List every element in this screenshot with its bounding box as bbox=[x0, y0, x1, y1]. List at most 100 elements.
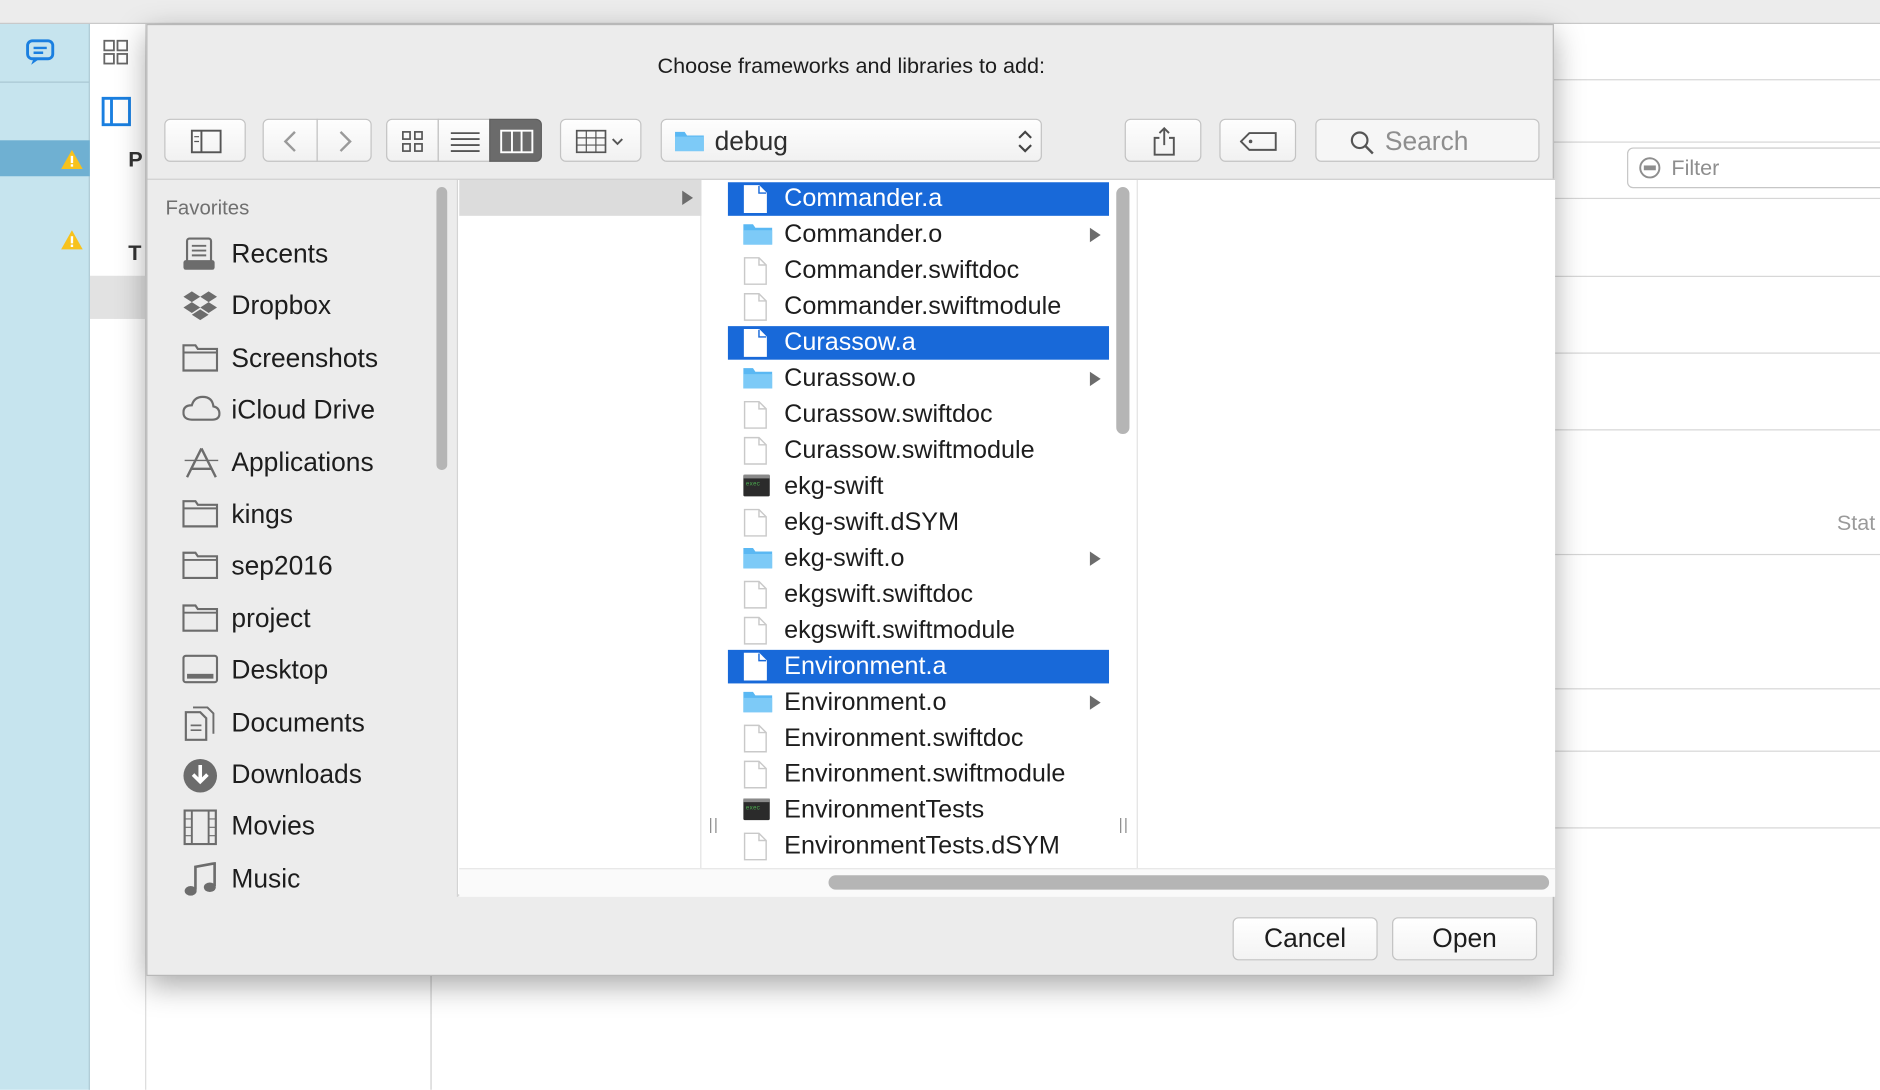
warning-icon bbox=[60, 149, 84, 177]
icon-view-button[interactable] bbox=[386, 118, 439, 162]
tag-icon bbox=[1239, 132, 1277, 151]
column-resize-handle[interactable]: || bbox=[1119, 815, 1130, 833]
file-row[interactable]: EnvironmentTests.dSYM bbox=[728, 830, 1109, 864]
tags-button[interactable] bbox=[1219, 118, 1297, 162]
disclosure-arrow-icon bbox=[1089, 551, 1101, 566]
filter-icon bbox=[1638, 156, 1662, 186]
file-row[interactable]: exec ekg-swift bbox=[728, 470, 1109, 504]
chevron-left-icon bbox=[283, 131, 296, 152]
dialog-title: Choose frameworks and libraries to add: bbox=[657, 53, 1046, 78]
folder-path-popup[interactable]: debug bbox=[660, 118, 1042, 162]
file-row[interactable]: Environment.swiftdoc bbox=[728, 722, 1109, 756]
file-row[interactable]: Commander.o bbox=[728, 218, 1109, 252]
sidebar-item-music[interactable]: Music bbox=[147, 855, 435, 897]
file-row[interactable]: Curassow.swiftmodule bbox=[728, 434, 1109, 468]
tab-label-t: T bbox=[128, 240, 142, 265]
file-name: Curassow.swiftdoc bbox=[784, 400, 993, 429]
parent-folder-row[interactable] bbox=[459, 179, 702, 216]
filter-input[interactable]: Filter bbox=[1627, 147, 1880, 189]
sidebar-item-screenshots[interactable]: Screenshots bbox=[147, 334, 435, 382]
file-name: Commander.swiftdoc bbox=[784, 256, 1020, 285]
sidebar-item-kings[interactable]: kings bbox=[147, 490, 435, 538]
forward-button[interactable] bbox=[316, 118, 372, 162]
grid-icon[interactable] bbox=[102, 38, 131, 73]
disclosure-arrow-icon bbox=[1089, 227, 1101, 243]
disclosure-arrow-icon bbox=[1089, 371, 1101, 387]
column-view-button[interactable] bbox=[489, 118, 542, 162]
file-row[interactable]: Curassow.a bbox=[727, 326, 1110, 360]
sidebar-item-movies[interactable]: Movies bbox=[147, 803, 435, 851]
file-name: ekg-swift.o bbox=[784, 544, 905, 572]
updown-chevron-icon bbox=[1018, 130, 1032, 153]
folder-path-label: debug bbox=[714, 125, 788, 156]
search-field[interactable]: Search bbox=[1315, 118, 1540, 162]
sidebar-item-label: Movies bbox=[231, 810, 315, 841]
folder-icon bbox=[675, 131, 704, 152]
file-name: Environment.swiftmodule bbox=[784, 760, 1066, 788]
issue-icon[interactable] bbox=[25, 38, 56, 73]
search-placeholder: Search bbox=[1384, 125, 1469, 156]
disclosure-arrow-icon bbox=[1089, 695, 1101, 710]
window-titlebar bbox=[0, 0, 1880, 24]
back-button[interactable] bbox=[262, 118, 318, 162]
file-name: ekgswift.swiftdoc bbox=[784, 580, 974, 608]
warning-icon bbox=[60, 229, 84, 257]
file-row[interactable]: Curassow.o bbox=[728, 362, 1109, 396]
sidebar-item-label: Documents bbox=[231, 706, 365, 737]
sidebar-item-applications[interactable]: Applications bbox=[147, 438, 435, 486]
sidebar-item-label: kings bbox=[231, 498, 293, 529]
sidebar-toggle-button[interactable] bbox=[164, 118, 246, 162]
sidebar-icon bbox=[190, 129, 222, 154]
horizontal-scrollbar[interactable] bbox=[828, 875, 1550, 890]
sidebar-item-project[interactable]: project bbox=[147, 594, 435, 642]
sidebar-scrollbar[interactable] bbox=[436, 187, 448, 471]
project-file-icon[interactable] bbox=[101, 96, 132, 133]
file-row[interactable]: ekgswift.swiftmodule bbox=[728, 614, 1109, 648]
filter-placeholder: Filter bbox=[1671, 155, 1720, 180]
file-row[interactable]: Environment.a bbox=[727, 649, 1110, 684]
file-name: Environment.a bbox=[784, 652, 947, 680]
file-name: Curassow.a bbox=[784, 328, 916, 357]
sidebar-item-dropbox[interactable]: Dropbox bbox=[147, 282, 435, 330]
favorites-header: Favorites bbox=[165, 196, 250, 220]
file-row[interactable]: ekg-swift.o bbox=[728, 542, 1109, 576]
file-column-scrollbar[interactable] bbox=[1116, 187, 1130, 435]
file-row[interactable]: Environment.swiftmodule bbox=[728, 758, 1109, 792]
list-view-icon bbox=[450, 132, 480, 152]
sidebar-item-desktop[interactable]: Desktop bbox=[147, 646, 435, 694]
file-row[interactable]: Commander.swiftmodule bbox=[728, 290, 1109, 324]
open-dialog: Choose frameworks and libraries to add: … bbox=[146, 23, 1556, 976]
file-row[interactable]: exec EnvironmentTests bbox=[728, 794, 1109, 828]
file-name: Commander.a bbox=[784, 184, 943, 213]
column-view-icon bbox=[500, 129, 534, 154]
svg-text:exec: exec bbox=[746, 481, 761, 488]
sidebar-item-downloads[interactable]: Downloads bbox=[147, 751, 435, 799]
sidebar-item-label: Music bbox=[231, 863, 301, 894]
navigator-panel bbox=[0, 23, 90, 1090]
sidebar-item-label: Applications bbox=[231, 446, 374, 477]
file-name: Commander.swiftmodule bbox=[784, 292, 1062, 321]
file-name: Environment.swiftdoc bbox=[784, 724, 1024, 752]
open-button[interactable]: Open bbox=[1392, 917, 1538, 961]
sidebar-item-recents[interactable]: Recents bbox=[147, 230, 435, 278]
file-row[interactable]: ekg-swift.dSYM bbox=[728, 506, 1109, 540]
cancel-button[interactable]: Cancel bbox=[1232, 917, 1378, 961]
file-row[interactable]: ekgswift.swiftdoc bbox=[728, 578, 1109, 612]
sidebar-item-sep2016[interactable]: sep2016 bbox=[147, 542, 435, 590]
status-label: Stat bbox=[1836, 510, 1876, 535]
file-row[interactable]: Environment.o bbox=[728, 686, 1109, 720]
file-name: Curassow.o bbox=[784, 364, 916, 393]
list-view-button[interactable] bbox=[437, 118, 491, 162]
sidebar-item-icloud-drive[interactable]: iCloud Drive bbox=[147, 386, 435, 434]
arrange-button[interactable] bbox=[559, 118, 642, 162]
file-row[interactable]: Curassow.swiftdoc bbox=[728, 398, 1109, 432]
file-name: ekg-swift.dSYM bbox=[784, 508, 960, 536]
file-column: Commander.a Commander.o Commander.swiftdoc… bbox=[727, 180, 1110, 868]
sidebar-item-label: Desktop bbox=[231, 654, 329, 685]
favorites-sidebar: Favorites Recents Dropbox Screenshots iClou… bbox=[147, 179, 459, 897]
file-row[interactable]: Commander.a bbox=[727, 182, 1110, 216]
column-resize-handle[interactable]: || bbox=[709, 815, 720, 833]
file-row[interactable]: Commander.swiftdoc bbox=[728, 254, 1109, 288]
share-button[interactable] bbox=[1124, 118, 1202, 162]
sidebar-item-documents[interactable]: Documents bbox=[147, 699, 435, 747]
